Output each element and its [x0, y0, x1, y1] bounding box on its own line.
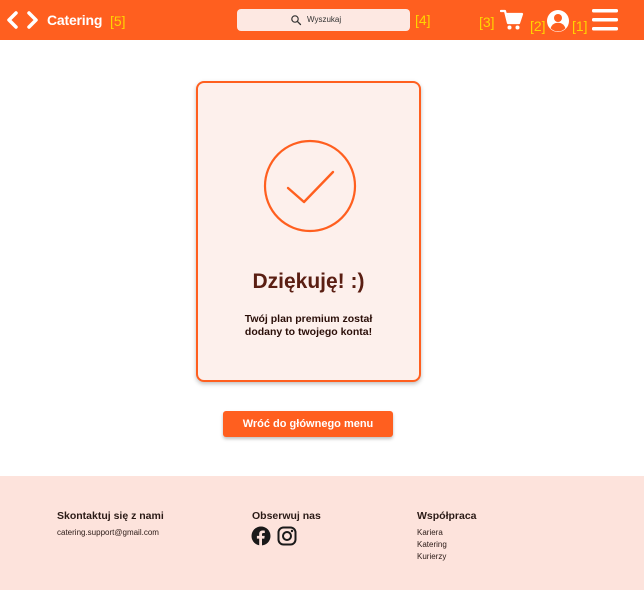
footer-link-kariera[interactable]: Kariera: [417, 528, 443, 537]
search-input[interactable]: Wyszukaj: [237, 9, 410, 31]
footer-contact-heading: Skontaktuj się z nami: [57, 510, 164, 522]
footer-link-katering[interactable]: Katering: [417, 540, 447, 549]
footer-contact-email[interactable]: catering.support@gmail.com: [57, 528, 159, 537]
brand-marker-label: [5]: [110, 13, 126, 29]
cart-marker-label: [3]: [479, 14, 495, 30]
facebook-icon[interactable]: [251, 526, 271, 546]
confirmation-message-line-1: Twój plan premium został: [244, 313, 373, 325]
confirmation-card: Dziękuję! :) Twój plan premium został do…: [196, 81, 421, 382]
footer-cooperation-heading: Współpraca: [417, 510, 477, 522]
confirmation-heading: Dziękuję! :): [252, 270, 365, 293]
confirmation-message: Twój plan premium został dodany to twoje…: [218, 313, 399, 339]
hamburger-menu-icon[interactable]: [592, 8, 618, 32]
confirmation-message-line-2: dodany to twojego konta!: [244, 326, 373, 338]
search-icon: [291, 15, 302, 26]
footer-social-heading: Obserwuj nas: [252, 510, 321, 522]
search-marker-label: [4]: [415, 12, 431, 28]
chevron-left-icon[interactable]: [4, 10, 22, 30]
page: Catering [5] Wyszukaj [4] [3] [2] [1] Dz…: [0, 0, 644, 590]
brand-logo-text[interactable]: Catering: [47, 12, 102, 28]
cart-icon[interactable]: [500, 8, 524, 32]
check-circle-icon: [263, 139, 357, 233]
chevron-right-icon[interactable]: [23, 10, 41, 30]
user-circle-icon[interactable]: [546, 9, 570, 33]
back-to-main-menu-button[interactable]: Wróć do głównego menu: [223, 411, 393, 437]
instagram-icon[interactable]: [277, 526, 297, 546]
footer-link-kurierzy[interactable]: Kurierzy: [417, 552, 446, 561]
menu-marker-label: [1]: [572, 18, 588, 34]
search-placeholder: Wyszukaj: [307, 15, 342, 24]
top-bar: Catering [5] Wyszukaj [4] [3] [2] [1]: [0, 0, 644, 40]
account-marker-label: [2]: [530, 18, 546, 34]
